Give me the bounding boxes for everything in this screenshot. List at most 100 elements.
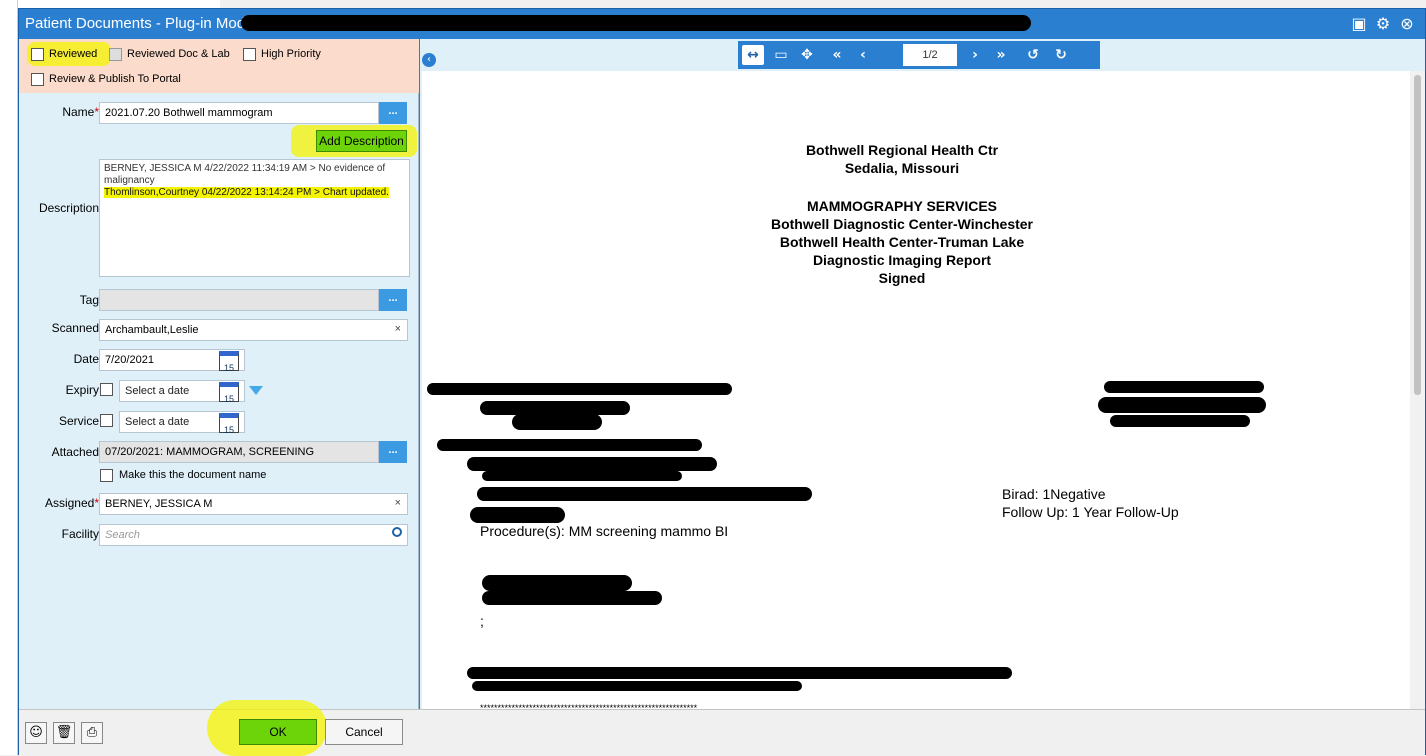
semicolon-text: ; [480, 613, 484, 629]
name-browse-button[interactable]: ... [379, 102, 407, 124]
redaction [241, 15, 1031, 31]
assigned-label: Assigned* [44, 496, 99, 510]
redaction-scribble [480, 401, 630, 415]
next-page-icon[interactable]: › [964, 45, 986, 65]
doc-header-line: Bothwell Regional Health Ctr [805, 142, 999, 158]
first-page-icon[interactable]: « [826, 45, 848, 65]
description-box[interactable]: BERNEY, JESSICA M 4/22/2022 11:34:19 AM … [99, 159, 410, 277]
calendar-icon[interactable]: 15 [219, 382, 239, 404]
fit-page-icon[interactable]: ▭ [770, 45, 792, 65]
pan-icon[interactable]: ✥ [796, 45, 818, 65]
doc-header-line: Signed [878, 270, 926, 286]
print-icon[interactable]: ⎙ [81, 722, 103, 744]
tag-label: Tag [79, 293, 99, 307]
bottom-action-bar: ☺ 🗑 ⎙ OK Cancel [19, 700, 1425, 756]
fit-width-icon[interactable]: ↔ [742, 45, 764, 65]
expiry-checkbox[interactable] [100, 383, 113, 396]
redaction-scribble [1104, 381, 1264, 393]
doc-header-line: MAMMOGRAPHY SERVICES [806, 198, 998, 214]
expiry-label: Expiry [65, 383, 99, 397]
attached-label: Attached [51, 445, 99, 459]
collapse-panel-icon[interactable]: ‹ [422, 53, 436, 67]
name-field[interactable]: 2021.07.20 Bothwell mammogram [99, 102, 379, 124]
dropdown-triangle-icon[interactable] [249, 386, 263, 395]
high-priority-label: High Priority [261, 48, 321, 60]
user-scan-icon[interactable]: ☺ [25, 722, 47, 744]
scanned-value: Archambault,Leslie [105, 324, 199, 336]
page-indicator[interactable]: 1/2 [903, 44, 957, 66]
search-icon[interactable] [392, 527, 402, 537]
redaction-scribble [1098, 397, 1266, 413]
attached-field[interactable]: 07/20/2021: MAMMOGRAM, SCREENING [99, 441, 379, 463]
viewer-toolbar: ↔ ▭ ✥ « ‹ 1/2 › » ↺ ↻ [738, 41, 1100, 69]
vertical-scrollbar[interactable] [1410, 71, 1425, 709]
document-properties-panel: Reviewed Reviewed Doc & Lab High Priorit… [19, 39, 419, 709]
gear-icon[interactable]: ⚙ [1373, 14, 1393, 34]
close-icon[interactable]: ⊗ [1397, 14, 1417, 34]
calendar-icon[interactable]: 15 [219, 413, 239, 435]
reviewed-doc-lab-label: Reviewed Doc & Lab [127, 48, 230, 60]
patient-documents-window: Patient Documents - Plug-in Mode ▣ ⚙ ⊗ R… [18, 8, 1426, 756]
redaction-scribble [477, 487, 812, 501]
name-label: Name* [62, 105, 99, 119]
document-viewer: ‹ ↔ ▭ ✥ « ‹ 1/2 › » ↺ ↻ Bothwell Regiona… [420, 39, 1425, 709]
redaction-scribble [437, 439, 702, 451]
scanned-label: Scanned [51, 321, 99, 335]
tag-field[interactable] [99, 289, 379, 311]
doc-header-line: Diagnostic Imaging Report [812, 252, 992, 268]
review-flags: Reviewed Reviewed Doc & Lab High Priorit… [19, 39, 419, 93]
scanned-field[interactable]: Archambault,Leslie × [99, 319, 408, 341]
publish-portal-label: Review & Publish To Portal [49, 73, 181, 85]
background-app-topbar [0, 0, 220, 8]
assigned-field[interactable]: BERNEY, JESSICA M × [99, 493, 408, 515]
rotate-right-icon[interactable]: ↻ [1050, 45, 1072, 65]
attached-browse-button[interactable]: ... [379, 441, 407, 463]
redaction-scribble [482, 575, 632, 591]
tag-browse-button[interactable]: ... [379, 289, 407, 311]
trash-icon[interactable]: 🗑 [53, 722, 75, 744]
description-entry: BERNEY, JESSICA M 4/22/2022 11:34:19 AM … [104, 163, 386, 186]
publish-portal-checkbox[interactable] [31, 73, 44, 86]
rotate-left-icon[interactable]: ↺ [1022, 45, 1044, 65]
last-page-icon[interactable]: » [990, 45, 1012, 65]
title-bar[interactable]: Patient Documents - Plug-in Mode ▣ ⚙ ⊗ [19, 9, 1425, 39]
scrollbar-thumb[interactable] [1414, 75, 1421, 395]
assigned-value: BERNEY, JESSICA M [105, 498, 213, 510]
clear-icon[interactable]: × [395, 323, 401, 335]
redaction-scribble [467, 457, 717, 471]
document-page: Bothwell Regional Health Ctr Sedalia, Mi… [422, 71, 1410, 709]
service-checkbox[interactable] [100, 414, 113, 427]
cancel-button[interactable]: Cancel [325, 719, 403, 745]
follow-up-text: Follow Up: 1 Year Follow-Up [1002, 504, 1179, 520]
ok-button[interactable]: OK [239, 719, 317, 745]
description-entry-highlighted: Thomlinson,Courtney 04/22/2022 13:14:24 … [104, 187, 389, 198]
redaction-scribble [427, 383, 732, 395]
calendar-icon[interactable]: 15 [219, 351, 239, 373]
description-label: Description [38, 201, 99, 215]
redaction-scribble [512, 414, 602, 430]
previous-page-icon[interactable]: ‹ [852, 45, 874, 65]
make-document-name-checkbox[interactable] [100, 469, 113, 482]
procedure-text: Procedure(s): MM screening mammo BI [480, 523, 729, 539]
redaction-scribble [482, 591, 662, 605]
redaction-scribble [470, 507, 565, 523]
doc-header-line: Bothwell Diagnostic Center-Winchester [770, 216, 1034, 232]
clear-icon[interactable]: × [395, 497, 401, 509]
reviewed-doc-lab-checkbox[interactable] [109, 48, 122, 61]
doc-header-line: Sedalia, Missouri [844, 160, 960, 176]
background-app-strip [0, 0, 18, 755]
redaction-scribble [482, 471, 682, 481]
high-priority-checkbox[interactable] [243, 48, 256, 61]
facility-placeholder: Search [105, 529, 140, 541]
facility-search-input[interactable]: Search [99, 524, 408, 546]
reviewed-checkbox[interactable] [31, 48, 44, 61]
window-title: Patient Documents - Plug-in Mode [25, 15, 254, 32]
redaction-scribble [1110, 415, 1250, 427]
minimize-icon[interactable]: ▣ [1349, 14, 1369, 34]
service-label: Service [58, 414, 99, 428]
date-label: Date [73, 352, 99, 366]
add-description-button[interactable]: Add Description [316, 130, 407, 152]
make-document-name-label: Make this the document name [119, 469, 267, 481]
reviewed-label: Reviewed [49, 48, 98, 60]
birad-text: Birad: 1Negative [1002, 486, 1106, 502]
